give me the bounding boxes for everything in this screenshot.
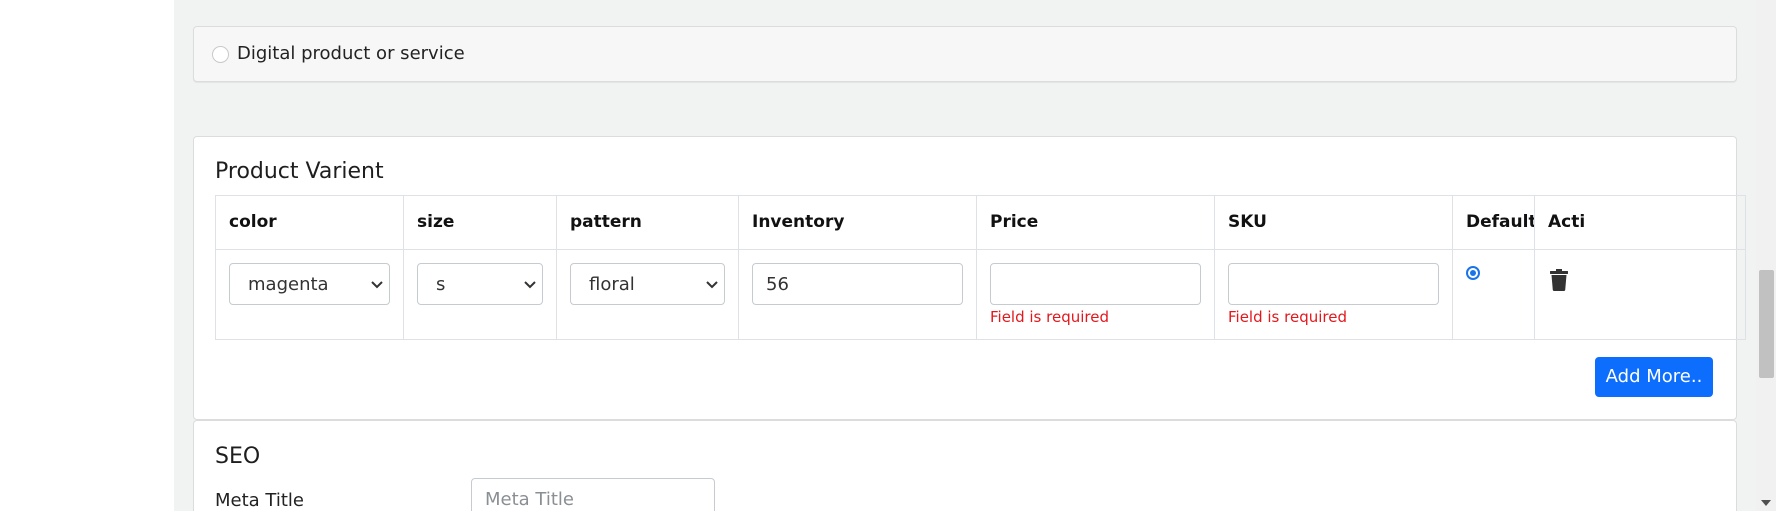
scrollbar-thumb[interactable] — [1759, 270, 1774, 378]
variant-table-header: color size pattern Inventory Price SKU D… — [215, 195, 1746, 250]
main-content: Digital product or service Product Varie… — [174, 0, 1756, 511]
color-cell: magenta — [215, 249, 404, 340]
sku-cell: Field is required — [1214, 249, 1453, 340]
pattern-cell: floral — [556, 249, 739, 340]
color-select[interactable]: magenta — [229, 263, 390, 305]
column-header-size: size — [403, 195, 557, 250]
product-variant-title: Product Varient — [215, 159, 384, 184]
seo-card: SEO Meta Title Meta Title — [193, 420, 1737, 511]
column-header-action: Acti — [1534, 195, 1746, 250]
action-cell — [1534, 249, 1746, 340]
chevron-down-icon — [371, 281, 383, 289]
product-type-option-card: Digital product or service — [193, 26, 1737, 82]
price-error-message: Field is required — [990, 308, 1109, 326]
chevron-down-icon — [706, 281, 718, 289]
sku-error-message: Field is required — [1228, 308, 1347, 326]
pattern-select[interactable]: floral — [570, 263, 725, 305]
inventory-input[interactable]: 56 — [752, 263, 963, 305]
seo-title: SEO — [215, 444, 261, 469]
size-cell: s — [403, 249, 557, 340]
pattern-select-value: floral — [589, 274, 635, 295]
product-variant-card: Product Varient color size pattern Inven… — [193, 136, 1746, 420]
default-cell — [1452, 249, 1535, 340]
table-row: magenta s floral 56 Field is required Fi… — [215, 249, 1746, 340]
size-select[interactable]: s — [417, 263, 543, 305]
default-radio[interactable] — [1466, 266, 1480, 280]
trash-icon[interactable] — [1550, 269, 1568, 291]
size-select-value: s — [436, 274, 446, 295]
column-header-default: Default — [1452, 195, 1535, 250]
column-header-pattern: pattern — [556, 195, 739, 250]
digital-product-radio[interactable] — [212, 46, 229, 63]
price-input[interactable] — [990, 263, 1201, 305]
sku-input[interactable] — [1228, 263, 1439, 305]
inventory-cell: 56 — [738, 249, 977, 340]
column-header-sku: SKU — [1214, 195, 1453, 250]
column-header-color: color — [215, 195, 404, 250]
meta-title-label: Meta Title — [215, 490, 304, 511]
page-scrollbar[interactable] — [1756, 0, 1776, 511]
left-sidebar-area — [0, 0, 174, 511]
color-select-value: magenta — [248, 274, 329, 295]
column-header-price: Price — [976, 195, 1215, 250]
scroll-down-arrow-icon[interactable] — [1761, 500, 1771, 506]
chevron-down-icon — [524, 281, 536, 289]
variant-table: color size pattern Inventory Price SKU D… — [215, 195, 1746, 340]
price-cell: Field is required — [976, 249, 1215, 340]
add-more-button[interactable]: Add More.. — [1595, 357, 1713, 397]
column-header-inventory: Inventory — [738, 195, 977, 250]
digital-product-label: Digital product or service — [237, 43, 465, 64]
meta-title-input[interactable]: Meta Title — [471, 478, 715, 511]
